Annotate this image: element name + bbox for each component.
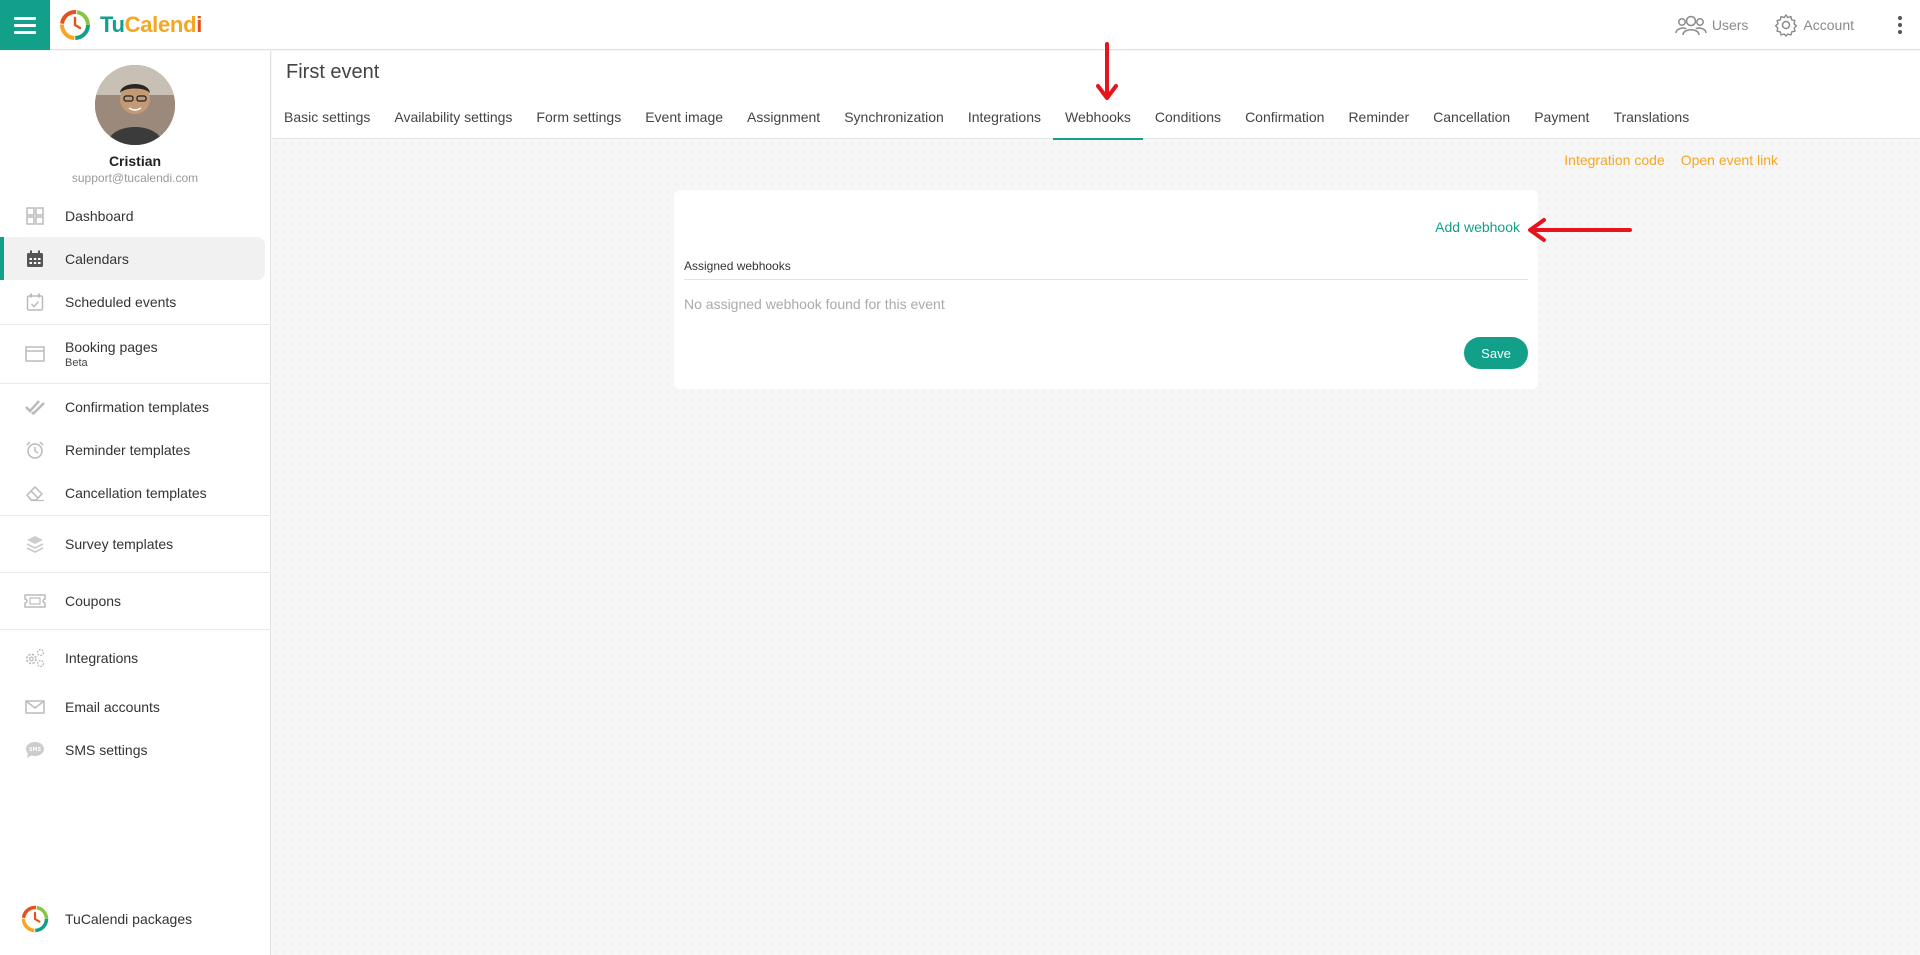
- tab-translations[interactable]: Translations: [1601, 95, 1701, 139]
- webhooks-card: Add webhook Assigned webhooks No assigne…: [674, 190, 1538, 389]
- sidebar-item-calendars[interactable]: Calendars: [0, 237, 265, 280]
- ticket-icon: [24, 590, 46, 612]
- open-event-link[interactable]: Open event link: [1681, 152, 1778, 168]
- account-label: Account: [1803, 17, 1854, 33]
- sidebar-item-label: Reminder templates: [65, 441, 191, 458]
- menu-toggle-button[interactable]: [0, 0, 50, 50]
- sidebar-item-label: Dashboard: [65, 207, 134, 224]
- profile-email: support@tucalendi.com: [71, 171, 199, 185]
- annotation-arrow-down-icon: [1096, 42, 1118, 100]
- integration-code-link[interactable]: Integration code: [1564, 152, 1664, 168]
- double-check-icon: [24, 396, 46, 418]
- beta-badge: Beta: [65, 357, 88, 369]
- sidebar-item-label: Booking pages: [65, 339, 158, 355]
- top-bar: TuCalendi Users Account: [0, 0, 1920, 50]
- sidebar: Cristian support@tucalendi.com Dashboard…: [0, 51, 271, 955]
- sidebar-item-label: Calendars: [65, 250, 129, 267]
- sidebar-divider: [0, 324, 271, 325]
- sidebar-item-coupons[interactable]: Coupons: [0, 574, 271, 628]
- tab-conditions[interactable]: Conditions: [1143, 95, 1233, 139]
- sidebar-nav: Dashboard Calendars Scheduled events Boo…: [0, 194, 271, 771]
- sidebar-divider: [0, 383, 271, 384]
- tab-availability-settings[interactable]: Availability settings: [382, 95, 524, 139]
- avatar[interactable]: [95, 65, 175, 145]
- sidebar-item-dashboard[interactable]: Dashboard: [0, 194, 271, 237]
- sidebar-item-email-accounts[interactable]: Email accounts: [0, 685, 271, 728]
- app-logo[interactable]: TuCalendi: [58, 8, 202, 42]
- tucalendi-logo-icon: [60, 10, 90, 40]
- gear-icon: [1775, 14, 1798, 37]
- divider: [684, 279, 1528, 280]
- tab-synchronization[interactable]: Synchronization: [832, 95, 956, 139]
- sidebar-item-sms-settings[interactable]: SMS SMS settings: [0, 728, 271, 771]
- tab-cancellation[interactable]: Cancellation: [1421, 95, 1522, 139]
- tab-form-settings[interactable]: Form settings: [524, 95, 633, 139]
- sidebar-item-label: Cancellation templates: [65, 484, 207, 501]
- sidebar-divider: [0, 572, 271, 573]
- sidebar-item-label: Survey templates: [65, 536, 174, 552]
- main-content: Integration code Open event link Add web…: [272, 140, 1920, 955]
- assigned-webhooks-label: Assigned webhooks: [684, 259, 791, 273]
- sidebar-item-label: Coupons: [65, 593, 122, 609]
- sidebar-item-booking-pages[interactable]: Booking pages Beta: [0, 326, 271, 382]
- users-link[interactable]: Users: [1675, 13, 1749, 37]
- dashboard-icon: [24, 205, 46, 227]
- tab-basic-settings[interactable]: Basic settings: [272, 95, 382, 139]
- layers-icon: [24, 533, 46, 555]
- save-button[interactable]: Save: [1464, 337, 1528, 369]
- calendar-icon: [24, 248, 46, 270]
- page-title: First event: [286, 61, 380, 83]
- sidebar-item-label: Integrations: [65, 650, 139, 666]
- sidebar-divider: [0, 515, 271, 516]
- sidebar-item-label: Scheduled events: [65, 293, 177, 310]
- tab-reminder[interactable]: Reminder: [1336, 95, 1421, 139]
- sidebar-item-label: Confirmation templates: [65, 398, 209, 415]
- browser-window-icon: [24, 343, 46, 365]
- users-label: Users: [1711, 17, 1749, 33]
- sidebar-item-survey-templates[interactable]: Survey templates: [0, 517, 271, 571]
- svg-text:SMS: SMS: [29, 747, 42, 753]
- sidebar-item-packages[interactable]: TuCalendi packages: [0, 901, 271, 937]
- alarm-clock-icon: [24, 439, 46, 461]
- sidebar-item-integrations[interactable]: Integrations: [0, 631, 271, 685]
- app-name: TuCalendi: [100, 12, 203, 37]
- tucalendi-logo-icon: [21, 905, 49, 933]
- gears-icon: [24, 647, 46, 669]
- tab-payment[interactable]: Payment: [1522, 95, 1601, 139]
- eraser-icon: [24, 482, 46, 504]
- account-link[interactable]: Account: [1774, 13, 1854, 37]
- envelope-icon: [24, 696, 46, 718]
- calendar-check-icon: [24, 291, 46, 313]
- sms-bubble-icon: SMS: [24, 739, 46, 761]
- hamburger-icon: [14, 13, 36, 38]
- kebab-menu-icon: [1898, 16, 1902, 34]
- avatar-image: [95, 65, 175, 145]
- event-tabs: Basic settings Availability settings For…: [272, 95, 1701, 140]
- sidebar-item-reminder-templates[interactable]: Reminder templates: [0, 428, 271, 471]
- users-icon: [1675, 15, 1707, 36]
- sidebar-divider: [0, 629, 271, 630]
- more-options-button[interactable]: [1880, 0, 1920, 50]
- tab-assignment[interactable]: Assignment: [735, 95, 832, 139]
- sidebar-item-label: SMS settings: [65, 741, 148, 758]
- tab-event-image[interactable]: Event image: [633, 95, 735, 139]
- sidebar-item-scheduled-events[interactable]: Scheduled events: [0, 280, 271, 323]
- empty-state-message: No assigned webhook found for this event: [684, 296, 945, 312]
- tab-integrations[interactable]: Integrations: [956, 95, 1053, 139]
- sidebar-item-label: Email accounts: [65, 698, 160, 715]
- user-profile: Cristian support@tucalendi.com: [0, 51, 270, 194]
- sidebar-item-cancellation-templates[interactable]: Cancellation templates: [0, 471, 271, 514]
- sidebar-item-confirmation-templates[interactable]: Confirmation templates: [0, 385, 271, 428]
- event-links: Integration code Open event link: [1548, 152, 1778, 168]
- annotation-arrow-left-icon: [1528, 218, 1632, 242]
- tab-confirmation[interactable]: Confirmation: [1233, 95, 1336, 139]
- add-webhook-button[interactable]: Add webhook: [1435, 219, 1520, 235]
- packages-label: TuCalendi packages: [65, 911, 193, 927]
- profile-name: Cristian: [108, 153, 162, 169]
